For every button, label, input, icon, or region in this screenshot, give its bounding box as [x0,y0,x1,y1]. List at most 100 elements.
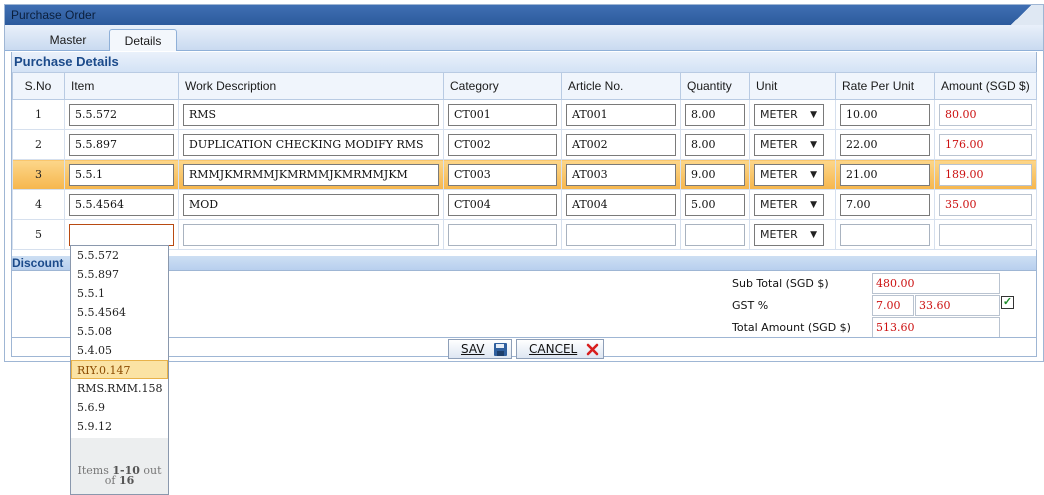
check-icon: ✓ [1002,296,1013,308]
gst-amount-field[interactable]: 33.60 [915,295,1000,316]
unit-select[interactable]: METER ▼ [754,163,824,186]
table-row[interactable]: 3 5.5.1 RMMJKMRMMJKMRMMJKMRMMJKM CT003 AT003… [12,159,1037,190]
dropdown-option[interactable]: 5.5.08 [71,322,168,341]
dropdown-option[interactable]: RIY.0.147 [71,360,168,379]
cell-rate: 7.00 [835,189,935,220]
dropdown-option[interactable]: 5.9.12 [71,417,168,436]
category-field[interactable]: CT003 [448,163,557,186]
save-button[interactable]: SAV [448,339,512,359]
quantity-field[interactable]: 5.00 [685,193,745,216]
cell-category: CT001 [443,99,562,130]
dropdown-option[interactable]: 5.6.9 [71,398,168,417]
dropdown-option[interactable]: 5.5.1 [71,284,168,303]
item-field[interactable]: 5.5.1 [69,163,174,186]
gst-checkbox[interactable]: ✓ [1001,296,1014,309]
tab-details[interactable]: Details [109,29,177,51]
unit-select[interactable]: METER ▼ [754,223,824,246]
dropdown-option[interactable]: 5.5.4564 [71,303,168,322]
unit-value: METER [760,227,798,241]
cell-article: AT001 [561,99,681,130]
dropdown-option[interactable]: RMS.RMM.158 [71,379,168,398]
total-amount-label: Total Amount (SGD $) [732,321,851,334]
cell-desc [178,219,444,250]
table-row[interactable]: 4 5.5.4564 MOD CT004 AT004 5.00 METER ▼ 7.00 35.0… [12,189,1037,220]
item-field[interactable]: 5.5.4564 [69,193,174,216]
cell-item: 5.5.897 [64,129,179,160]
cell-article: AT003 [561,159,681,190]
caret-down-icon: ▼ [810,169,817,180]
unit-value: METER [760,167,798,181]
floppy-disk-icon [494,343,507,356]
cell-unit: METER ▼ [749,189,836,220]
unit-select[interactable]: METER ▼ [754,103,824,126]
caret-down-icon: ▼ [810,139,817,150]
quantity-field[interactable] [685,223,745,246]
category-field[interactable]: CT004 [448,193,557,216]
rate-field[interactable]: 7.00 [840,193,930,216]
amount-field[interactable]: 176.00 [939,133,1032,156]
quantity-field[interactable]: 8.00 [685,103,745,126]
amount-field[interactable]: 35.00 [939,193,1032,216]
row-sno: 4 [12,189,65,220]
quantity-field[interactable]: 9.00 [685,163,745,186]
discount-label: Discount [12,256,64,270]
cancel-button[interactable]: CANCEL [516,339,604,359]
unit-value: METER [760,197,798,211]
category-field[interactable] [448,223,557,246]
subtotal-label: Sub Total (SGD $) [732,277,829,290]
dropdown-option[interactable]: 5.5.897 [71,265,168,284]
cell-rate [835,219,935,250]
row-sno: 5 [12,219,65,250]
category-field[interactable]: CT001 [448,103,557,126]
unit-select[interactable]: METER ▼ [754,193,824,216]
pager-total: 16 [118,474,135,487]
article-no-field[interactable]: AT002 [566,133,676,156]
header-amount: Amount (SGD $) [934,72,1037,100]
article-no-field[interactable]: AT004 [566,193,676,216]
dropdown-option[interactable]: 5.5.572 [71,246,168,265]
cell-item: 5.5.1 [64,159,179,190]
rate-field[interactable] [840,223,930,246]
header-rate-per-unit: Rate Per Unit [835,72,935,100]
item-field[interactable] [69,223,174,246]
unit-value: METER [760,107,798,121]
work-description-field[interactable]: RMMJKMRMMJKMRMMJKMRMMJKM [183,163,439,186]
subtotal-field[interactable]: 480.00 [872,273,1000,294]
item-field[interactable]: 5.5.572 [69,103,174,126]
caret-down-icon: ▼ [810,109,817,120]
row-sno: 1 [12,99,65,130]
cell-rate: 21.00 [835,159,935,190]
work-description-field[interactable] [183,223,439,246]
table-row[interactable]: 2 5.5.897 DUPLICATION CHECKING MODIFY RMS C… [12,129,1037,160]
unit-select[interactable]: METER ▼ [754,133,824,156]
window-titlebar: Purchase Order [5,5,1043,25]
tab-master[interactable]: Master [29,29,107,51]
cell-amount: 189.00 [934,159,1037,190]
amount-field[interactable]: 80.00 [939,103,1032,126]
work-description-field[interactable]: MOD [183,193,439,216]
total-amount-field[interactable]: 513.60 [872,317,1000,338]
cell-article [561,219,681,250]
article-no-field[interactable] [566,223,676,246]
amount-field[interactable]: 189.00 [939,163,1032,186]
table-row[interactable]: 1 5.5.572 RMS CT001 AT001 8.00 METER ▼ 10.00 80.0… [12,99,1037,130]
work-description-field[interactable]: DUPLICATION CHECKING MODIFY RMS [183,133,439,156]
item-field[interactable]: 5.5.897 [69,133,174,156]
cell-qty: 9.00 [680,159,750,190]
article-no-field[interactable]: AT001 [566,103,676,126]
gst-rate-field[interactable]: 7.00 [872,295,914,316]
pager-of: of [104,474,116,487]
amount-field[interactable] [939,223,1032,246]
work-description-field[interactable]: RMS [183,103,439,126]
cell-desc: DUPLICATION CHECKING MODIFY RMS [178,129,444,160]
cell-unit: METER ▼ [749,99,836,130]
dropdown-option[interactable]: 5.4.05 [71,341,168,360]
cell-desc: RMS [178,99,444,130]
rate-field[interactable]: 22.00 [840,133,930,156]
cell-item: 5.5.572 [64,99,179,130]
article-no-field[interactable]: AT003 [566,163,676,186]
rate-field[interactable]: 10.00 [840,103,930,126]
rate-field[interactable]: 21.00 [840,163,930,186]
category-field[interactable]: CT002 [448,133,557,156]
quantity-field[interactable]: 8.00 [685,133,745,156]
